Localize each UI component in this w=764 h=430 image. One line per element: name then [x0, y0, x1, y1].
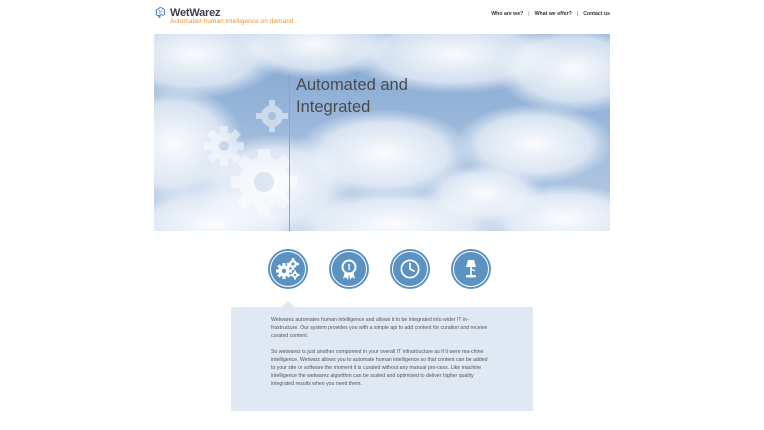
feature-icons	[268, 249, 491, 289]
nav-what-we-offer[interactable]: What we offer?	[535, 11, 572, 17]
description-paragraph-2: So wetwarez is just another component in…	[271, 348, 488, 388]
feature-gears-button[interactable]	[268, 249, 308, 289]
brain-icon	[155, 7, 165, 18]
hero-accent-line	[289, 74, 290, 231]
nav-separator: |	[528, 11, 530, 17]
feature-clock-button[interactable]	[390, 249, 430, 289]
feature-lamp-button[interactable]	[451, 249, 491, 289]
hero-title-line2: Integrated	[296, 98, 371, 116]
nav-contact-us[interactable]: Contact us	[583, 11, 610, 17]
nav-separator: |	[576, 11, 579, 17]
award-badge-icon	[341, 259, 357, 280]
hero-banner: Automated and Integrated	[154, 34, 610, 231]
nav-who-are-we[interactable]: Who are we?	[491, 11, 523, 17]
gears-icon	[276, 258, 300, 280]
brand-tagline: Automated human intelligence on demand	[170, 18, 294, 25]
hero-title-line1: Automated and	[296, 76, 408, 94]
feature-description-panel: Wetwarez automates human intelligence an…	[231, 307, 533, 411]
description-paragraph-1: Wetwarez automates human intelligence an…	[271, 317, 488, 340]
clock-icon	[400, 259, 420, 279]
lamp-icon	[466, 260, 476, 278]
hero-title: Automated and Integrated	[296, 74, 516, 118]
main-nav: Who are we? | What we offer? | Contact u…	[491, 11, 610, 17]
cloud-sky-background	[154, 34, 610, 231]
feature-award-button[interactable]	[329, 249, 369, 289]
site-header: WetWarez Automated human intelligence on…	[154, 6, 610, 30]
brand-name: WetWarez	[170, 6, 221, 19]
